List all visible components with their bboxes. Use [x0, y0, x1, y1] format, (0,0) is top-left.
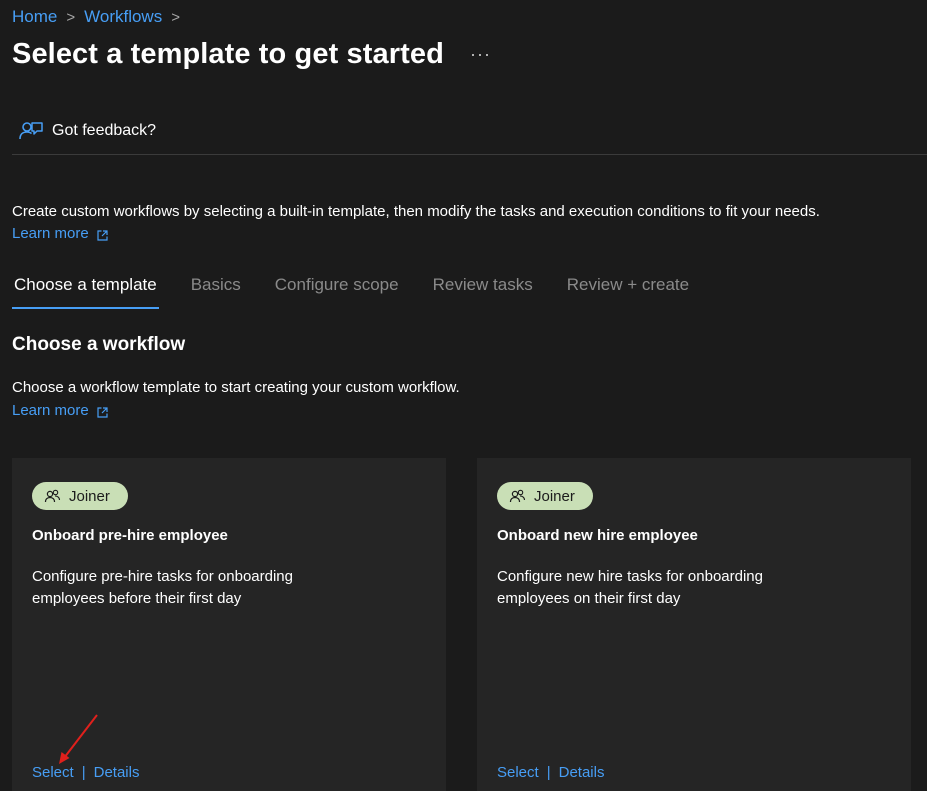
- feedback-button[interactable]: Got feedback?: [18, 118, 156, 144]
- page: Home > Workflows > Select a template to …: [0, 0, 927, 791]
- tab-choose-template[interactable]: Choose a template: [12, 275, 159, 309]
- section-description: Choose a workflow template to start crea…: [12, 379, 460, 396]
- select-link[interactable]: Select: [497, 764, 539, 781]
- people-icon: [509, 488, 526, 505]
- tab-review-create[interactable]: Review + create: [565, 275, 691, 307]
- breadcrumb-separator: >: [171, 8, 180, 26]
- section-learn-more-link[interactable]: Learn more: [12, 402, 108, 419]
- page-title: Select a template to get started: [12, 38, 444, 70]
- breadcrumb-separator: >: [66, 8, 76, 26]
- feedback-label: Got feedback?: [52, 122, 157, 139]
- tab-configure-scope[interactable]: Configure scope: [273, 275, 401, 307]
- header-divider: [12, 154, 927, 155]
- learn-more-label: Learn more: [12, 225, 89, 242]
- wizard-tabs: Choose a template Basics Configure scope…: [12, 275, 721, 309]
- annotation-arrow-icon: [59, 714, 98, 764]
- action-separator: |: [546, 764, 551, 781]
- card-actions: Select | Details: [497, 764, 604, 781]
- breadcrumb: Home > Workflows >: [12, 7, 189, 27]
- card-title: Onboard new hire employee: [497, 527, 698, 544]
- details-link[interactable]: Details: [559, 764, 605, 781]
- learn-more-label: Learn more: [12, 402, 89, 419]
- feedback-person-icon: [18, 118, 44, 144]
- tab-review-tasks[interactable]: Review tasks: [431, 275, 535, 307]
- external-link-icon: [97, 405, 108, 418]
- intro-learn-more-link[interactable]: Learn more: [12, 225, 108, 242]
- template-card-new-hire: Joiner Onboard new hire employee Configu…: [477, 458, 911, 791]
- breadcrumb-home-link[interactable]: Home: [12, 7, 57, 27]
- card-description: Configure new hire tasks for onboarding …: [497, 568, 763, 607]
- external-link-icon: [97, 228, 108, 241]
- intro-text: Create custom workflows by selecting a b…: [12, 203, 820, 220]
- card-title: Onboard pre-hire employee: [32, 527, 228, 544]
- people-icon: [44, 488, 61, 505]
- joiner-badge: Joiner: [497, 482, 593, 510]
- badge-label: Joiner: [534, 487, 575, 505]
- section-title: Choose a workflow: [12, 334, 186, 355]
- more-options-button[interactable]: ···: [470, 44, 491, 65]
- tab-basics[interactable]: Basics: [189, 275, 243, 307]
- breadcrumb-workflows-link[interactable]: Workflows: [84, 7, 162, 27]
- joiner-badge: Joiner: [32, 482, 128, 510]
- card-description: Configure pre-hire tasks for onboarding …: [32, 568, 293, 607]
- badge-label: Joiner: [69, 487, 110, 505]
